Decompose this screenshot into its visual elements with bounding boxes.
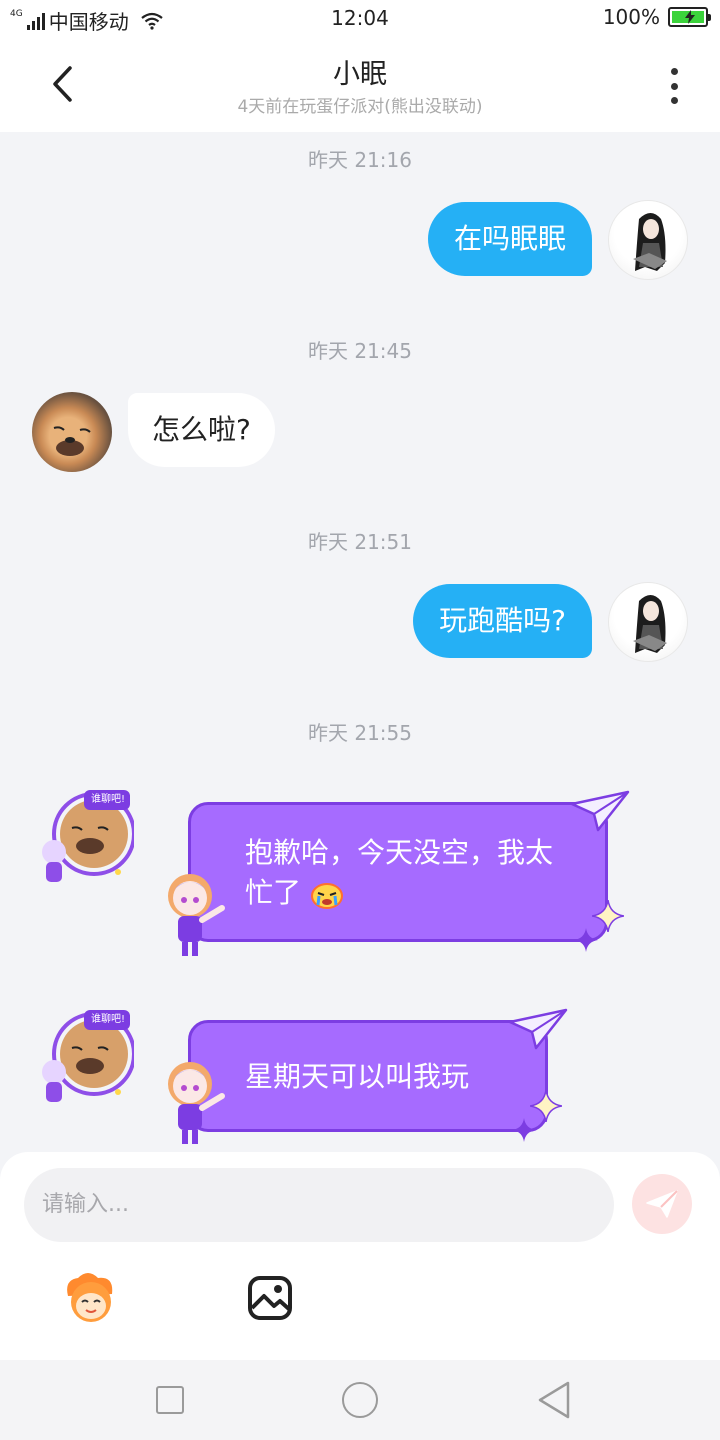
- message-input[interactable]: 请输入...: [24, 1168, 614, 1242]
- contact-name[interactable]: 小眠: [0, 52, 720, 91]
- my-avatar[interactable]: [608, 200, 688, 280]
- chat-header: 小眠 4天前在玩蛋仔派对(熊出没联动): [0, 36, 720, 132]
- girl-avatar-icon: [633, 595, 667, 653]
- outgoing-message-bubble[interactable]: 玩跑酷吗?: [413, 584, 592, 658]
- girl-avatar-icon: [633, 213, 667, 271]
- message-timestamp: 昨天 21:16: [308, 148, 412, 172]
- contact-avatar[interactable]: [32, 392, 112, 472]
- system-navigation-bar: [0, 1360, 720, 1440]
- dog-avatar-icon: [53, 426, 91, 456]
- system-back-button[interactable]: [536, 1380, 572, 1420]
- sparkle-decoration-icon: [512, 1118, 536, 1142]
- message-timestamp: 昨天 21:55: [308, 721, 412, 745]
- contact-avatar-framed[interactable]: 谁聊吧!: [38, 1002, 136, 1112]
- paper-plane-decoration-icon: [508, 1008, 568, 1050]
- sparkle-decoration-icon: [574, 928, 598, 952]
- composer-panel: 请输入...: [0, 1152, 720, 1360]
- chibi-character-decoration-icon: [168, 874, 225, 956]
- image-picker-button[interactable]: [246, 1274, 294, 1322]
- contact-activity: 4天前在玩蛋仔派对(熊出没联动): [237, 97, 483, 117]
- avatar-badge-label: 谁聊吧!: [90, 1014, 125, 1025]
- battery-percent: 100%: [602, 5, 660, 29]
- avatar-badge-label: 谁聊吧!: [90, 794, 125, 805]
- paper-plane-decoration-icon: [570, 790, 630, 832]
- themed-message-bubble[interactable]: 星期天可以叫我玩: [188, 1020, 548, 1132]
- contact-avatar-framed[interactable]: 谁聊吧!: [38, 782, 136, 892]
- more-vertical-icon: [670, 68, 678, 75]
- incoming-message-bubble[interactable]: 怎么啦?: [128, 393, 275, 467]
- message-timestamp: 昨天 21:45: [308, 339, 412, 363]
- emoji-sticker-button[interactable]: [62, 1270, 120, 1324]
- battery-icon: [668, 7, 711, 27]
- chibi-character-decoration-icon: [168, 1062, 225, 1144]
- themed-message-bubble[interactable]: 抱歉哈，今天没空，我太忙了: [188, 802, 608, 942]
- more-options-button[interactable]: [658, 66, 690, 106]
- recent-apps-button[interactable]: [156, 1386, 184, 1414]
- outgoing-message-bubble[interactable]: 在吗眠眠: [427, 202, 592, 276]
- home-button[interactable]: [342, 1382, 378, 1418]
- status-bar: 4G 中国移动 12:04 100%: [0, 0, 720, 36]
- message-text: 抱歉哈，今天没空，我太忙了: [245, 836, 554, 909]
- send-button[interactable]: [632, 1174, 692, 1234]
- my-avatar[interactable]: [608, 582, 688, 662]
- send-icon: [646, 1190, 678, 1218]
- message-timestamp: 昨天 21:51: [308, 530, 412, 554]
- message-text: 星期天可以叫我玩: [245, 1060, 470, 1093]
- crying-face-emoji-icon: [310, 883, 343, 909]
